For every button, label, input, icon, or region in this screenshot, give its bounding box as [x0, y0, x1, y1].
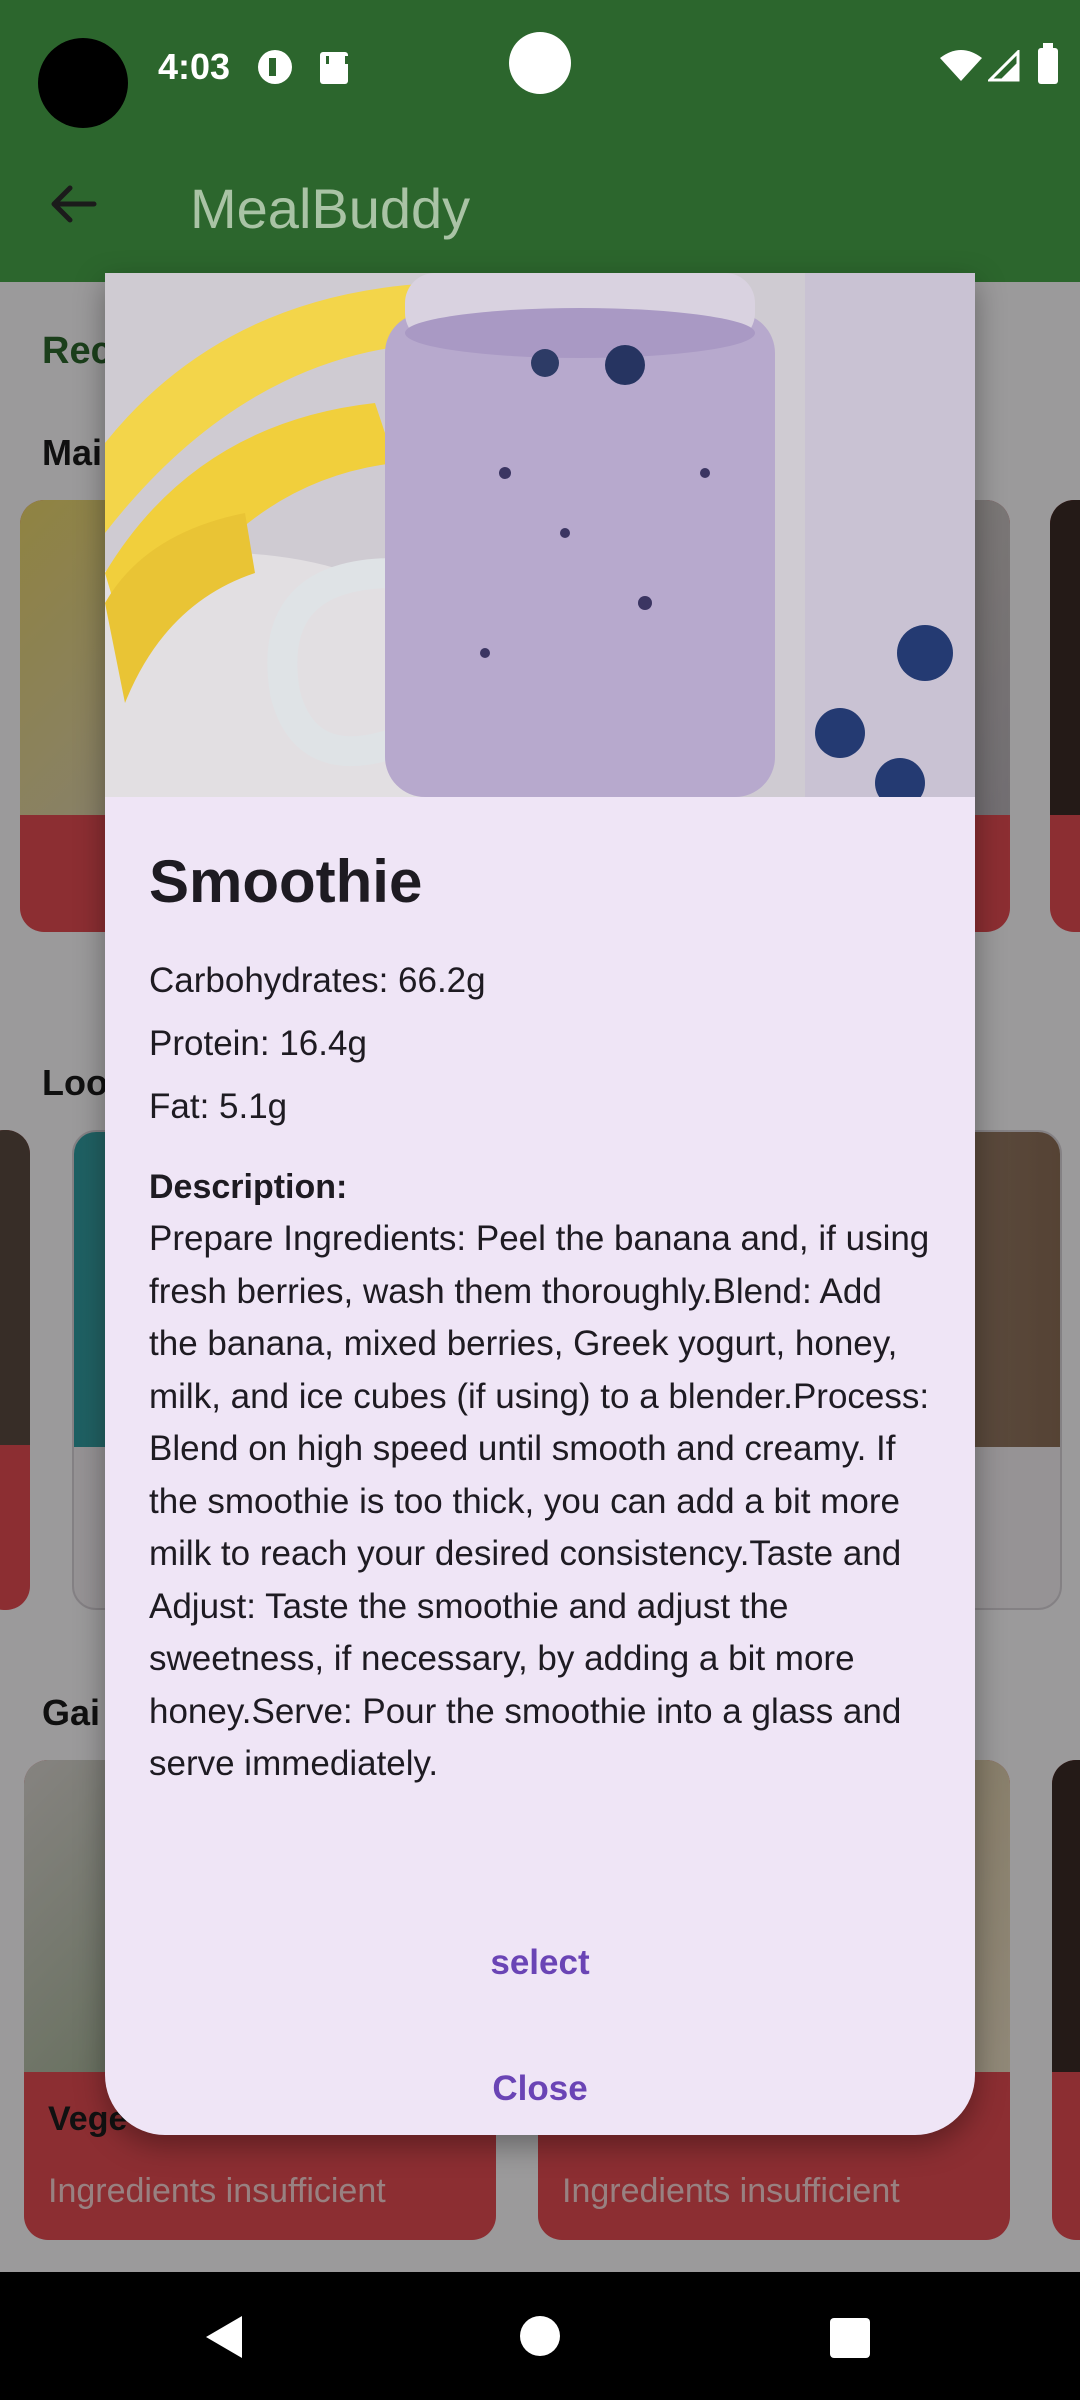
status-bar: 4:03 — [0, 0, 1080, 140]
meal-detail-dialog: Smoothie Carbohydrates: 66.2g Protein: 1… — [105, 273, 975, 2135]
close-button[interactable]: Close — [105, 2069, 975, 2109]
status-time: 4:03 — [158, 46, 231, 87]
protein-text: Protein: 16.4g — [149, 1024, 367, 1063]
sd-card-icon — [320, 52, 348, 84]
select-button[interactable]: select — [105, 1943, 975, 1983]
nav-recents-icon[interactable] — [830, 2318, 870, 2358]
data-saver-icon — [258, 50, 292, 84]
smoothie-illustration — [105, 273, 975, 797]
nav-back-icon[interactable] — [200, 2312, 250, 2362]
system-nav-bar — [0, 2272, 1080, 2400]
battery-icon — [1038, 43, 1058, 84]
description-label: Description: — [149, 1168, 348, 1206]
dialog-title: Smoothie — [149, 848, 423, 915]
app-bar: MealBuddy — [0, 140, 1080, 282]
app-title: MealBuddy — [190, 177, 471, 240]
signal-icon — [988, 50, 1020, 82]
carbohydrates-text: Carbohydrates: 66.2g — [149, 961, 486, 1000]
fat-text: Fat: 5.1g — [149, 1087, 288, 1126]
camera-cutout — [38, 38, 128, 128]
wifi-icon — [940, 50, 982, 81]
description-text: Prepare Ingredients: Peel the banana and… — [149, 1219, 930, 1783]
back-arrow-icon[interactable] — [46, 176, 102, 232]
nav-home-icon[interactable] — [520, 2316, 560, 2356]
smoothie-photo — [105, 273, 975, 797]
front-sensor-dot — [509, 32, 571, 94]
